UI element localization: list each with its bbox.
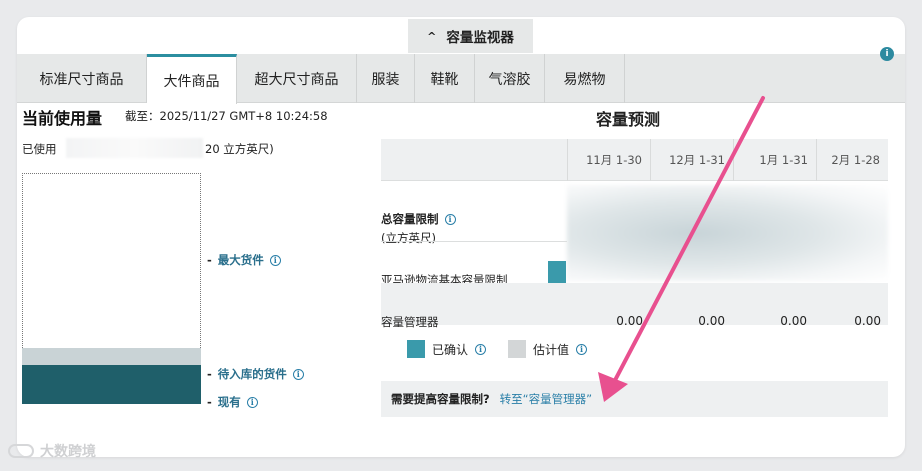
manager-value: 0.00 (854, 314, 881, 328)
estimated-swatch (508, 340, 527, 358)
current-usage-title: 当前使用量 (22, 109, 103, 128)
forecast-title: 容量预测 (596, 110, 661, 129)
info-icon[interactable]: i (475, 343, 487, 355)
month-col: 1月 1-31 (733, 139, 816, 181)
watermark-logo-icon (8, 444, 34, 458)
tab-standard-size[interactable]: 标准尺寸商品 (17, 54, 147, 103)
month-col: 2月 1-28 (816, 139, 888, 181)
capacity-manager-link[interactable]: 转至“容量管理器” (500, 391, 592, 407)
increase-limit-note: 需要提高容量限制? 转至“容量管理器” (381, 381, 888, 417)
max-inventory-label: - 最大货件 i (207, 252, 281, 268)
forecast-header: 11月 1-30 12月 1-31 1月 1-31 2月 1-28 (381, 139, 888, 181)
watermark-text: 大数跨境 (40, 444, 96, 460)
manager-value: 0.00 (698, 314, 725, 328)
gauge-current-fill (22, 365, 201, 404)
tab-oversize[interactable]: 大件商品 (147, 54, 237, 104)
info-icon[interactable]: i (576, 343, 588, 355)
redacted-usage (66, 138, 203, 158)
incoming-text: 待入库的货件 (217, 367, 287, 381)
info-icon[interactable]: i (444, 214, 456, 225)
confirmed-swatch (407, 340, 425, 358)
total-limit-text: 总容量限制 (381, 212, 439, 226)
total-limit-unit: (立方英尺) (381, 231, 436, 245)
info-icon[interactable]: i (246, 396, 258, 408)
capacity-monitor-toggle[interactable]: ^ 容量监视器 (408, 19, 533, 53)
gauge-incoming-fill (22, 348, 201, 365)
capacity-monitor-label: 容量监视器 (446, 30, 514, 46)
watermark: 大数跨境 (8, 441, 96, 461)
tab-flammable[interactable]: 易燃物 (545, 54, 625, 103)
usage-timestamp: 截至：2025/11/27 GMT+8 10:24:58 (125, 109, 328, 123)
info-icon[interactable]: i (292, 368, 304, 380)
capacity-manager-label: 容量管理器 (381, 315, 439, 329)
current-label: - 现有 i (207, 394, 258, 410)
current-text: 现有 (217, 395, 241, 409)
legend-estimated: 估计值 i (508, 340, 588, 358)
used-prefix: 已使用 (22, 142, 57, 156)
month-col: 12月 1-31 (650, 139, 733, 181)
tab-apparel[interactable]: 服装 (357, 54, 415, 103)
divider (381, 241, 567, 242)
info-icon[interactable]: i (269, 254, 281, 266)
used-suffix: 20 立方英尺) (205, 142, 274, 156)
max-inventory-text: 最大货件 (217, 253, 264, 267)
total-limit-label: 总容量限制 i (381, 210, 456, 229)
incoming-label: - 待入库的货件 i (207, 366, 304, 382)
category-tabbar: 标准尺寸商品 大件商品 超大尺寸商品 服装 鞋靴 气溶胶 易燃物 (17, 54, 905, 104)
redacted-forecast (567, 185, 888, 281)
tab-extra-large[interactable]: 超大尺寸商品 (237, 54, 357, 103)
tab-footwear[interactable]: 鞋靴 (415, 54, 475, 103)
caret-up-icon: ^ (427, 29, 437, 43)
legend-confirmed: 已确认 i (407, 340, 487, 358)
forecast-table: 11月 1-30 12月 1-31 1月 1-31 2月 1-28 总容量限制 … (381, 139, 888, 329)
tab-aerosol[interactable]: 气溶胶 (475, 54, 545, 103)
legend-estimated-text: 估计值 (533, 342, 570, 357)
legend: 已确认 i 估计值 i (407, 340, 601, 358)
legend-confirmed-text: 已确认 (432, 342, 469, 357)
note-question: 需要提高容量限制? (391, 392, 490, 406)
info-icon[interactable]: i (880, 47, 894, 61)
manager-value: 0.00 (780, 314, 807, 328)
month-col: 11月 1-30 (567, 139, 650, 181)
manager-value: 0.00 (616, 314, 643, 328)
